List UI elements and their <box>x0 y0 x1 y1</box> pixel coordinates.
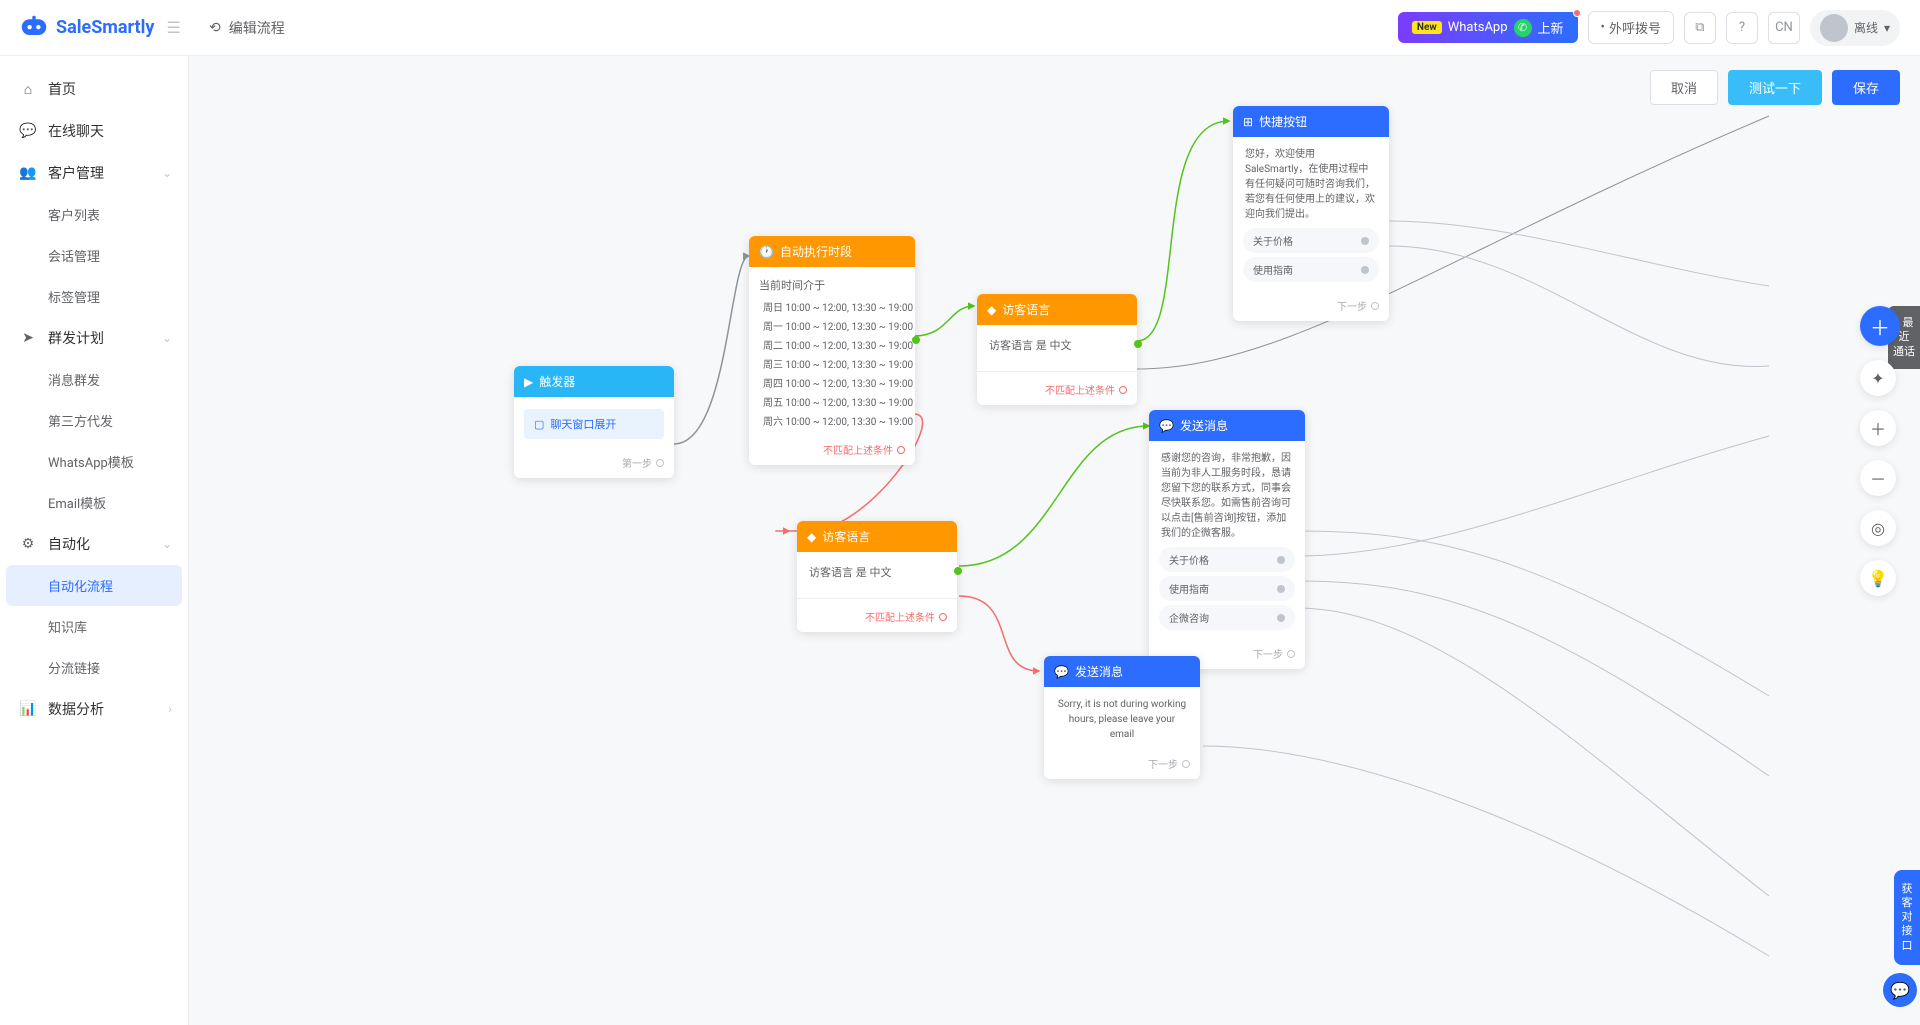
node-header: 💬发送消息 <box>1044 656 1200 687</box>
chat-icon: 💬 <box>20 123 36 139</box>
play-icon: ▶ <box>524 375 533 389</box>
output-port[interactable] <box>1371 302 1379 310</box>
match-port[interactable] <box>912 336 920 344</box>
add-node-button[interactable]: ＋ <box>1860 306 1900 346</box>
option-price[interactable]: 关于价格 <box>1243 228 1379 253</box>
clock-icon: 🕐 <box>759 245 774 259</box>
node-header: 🕐自动执行时段 <box>749 236 915 267</box>
test-button[interactable]: 测试一下 <box>1728 70 1822 105</box>
brand-logo[interactable]: SaleSmartly ☰ <box>0 14 189 42</box>
node-header: ⊞快捷按钮 <box>1233 106 1389 137</box>
output-port[interactable] <box>1287 650 1295 658</box>
no-match-port[interactable] <box>1119 386 1127 394</box>
flow-edit-icon: ⟲ <box>209 20 221 36</box>
flow-canvas[interactable]: 取消 测试一下 保存 ▶触发器 ▢聊天窗口展开 第一步 🕐自动执行时段 当前时间… <box>189 56 1920 1025</box>
option-guide[interactable]: 使用指南 <box>1159 576 1295 601</box>
output-port[interactable] <box>1182 760 1190 768</box>
match-port[interactable] <box>954 567 962 575</box>
no-match-port[interactable] <box>939 613 947 621</box>
home-icon: ⌂ <box>20 81 36 97</box>
node-visitor-lang-1[interactable]: ◆访客语言 访客语言 是 中文 不匹配上述条件 <box>977 294 1137 405</box>
avatar <box>1820 14 1848 42</box>
node-header: 💬发送消息 <box>1149 410 1305 441</box>
chevron-right-icon: › <box>168 702 172 716</box>
output-port[interactable] <box>656 459 664 467</box>
sidebar-item-msg-broadcast[interactable]: 消息群发 <box>0 359 188 400</box>
sidebar-item-session-mgmt[interactable]: 会话管理 <box>0 235 188 276</box>
option-guide[interactable]: 使用指南 <box>1243 257 1379 282</box>
new-tag: New <box>1412 21 1442 34</box>
node-header: ▶触发器 <box>514 366 674 397</box>
tag-icon: ◆ <box>987 303 996 317</box>
user-status[interactable]: 离线 ▾ <box>1810 10 1900 46</box>
zoom-out-button[interactable]: － <box>1860 460 1896 496</box>
chevron-down-icon: ⌄ <box>162 537 172 551</box>
node-trigger[interactable]: ▶触发器 ▢聊天窗口展开 第一步 <box>514 366 674 478</box>
grid-icon: ⊞ <box>1243 115 1253 129</box>
save-button[interactable]: 保存 <box>1832 70 1900 105</box>
page-title: 编辑流程 <box>229 18 285 38</box>
chevron-down-icon: ⌄ <box>162 166 172 180</box>
consult-tab[interactable]: 获 客 对 接 口 <box>1894 870 1920 965</box>
language-toggle[interactable]: CN <box>1768 12 1800 44</box>
no-match-port[interactable] <box>897 446 905 454</box>
sidebar-item-customer-list[interactable]: 客户列表 <box>0 194 188 235</box>
sidebar-item-customer-mgmt[interactable]: 👥客户管理⌄ <box>0 152 188 194</box>
message-icon: 💬 <box>1054 665 1069 679</box>
match-port[interactable] <box>1134 340 1142 348</box>
locate-button[interactable]: ◎ <box>1860 510 1896 546</box>
device-icon[interactable]: ⧉ <box>1684 12 1716 44</box>
whatsapp-icon: ✆ <box>1514 19 1532 37</box>
message-icon: 💬 <box>1159 419 1174 433</box>
analytics-icon: 📊 <box>20 701 36 717</box>
idea-button[interactable]: 💡 <box>1860 560 1896 596</box>
sidebar-item-data-analysis[interactable]: 📊数据分析› <box>0 688 188 730</box>
help-icon[interactable]: ? <box>1726 12 1758 44</box>
window-icon: ▢ <box>534 418 544 431</box>
send-icon: ➤ <box>20 330 36 346</box>
node-header: ◆访客语言 <box>977 294 1137 325</box>
magic-wand-button[interactable]: ✦ <box>1860 360 1896 396</box>
sidebar-item-chat[interactable]: 💬在线聊天 <box>0 110 188 152</box>
connectors <box>189 56 1920 1025</box>
tag-icon: ◆ <box>807 530 816 544</box>
sidebar-item-knowledge[interactable]: 知识库 <box>0 606 188 647</box>
brand-logo-text: SaleSmartly <box>56 17 154 38</box>
sidebar-item-third-party[interactable]: 第三方代发 <box>0 400 188 441</box>
sidebar-item-tag-mgmt[interactable]: 标签管理 <box>0 276 188 317</box>
sidebar-collapse-icon[interactable]: ☰ <box>166 18 180 37</box>
trigger-chip[interactable]: ▢聊天窗口展开 <box>524 409 664 439</box>
option-wecom[interactable]: 企微咨询 <box>1159 605 1295 630</box>
brand-logo-icon <box>20 14 48 42</box>
notification-dot <box>1573 9 1581 17</box>
sidebar-item-home[interactable]: ⌂首页 <box>0 68 188 110</box>
node-quick-buttons[interactable]: ⊞快捷按钮 您好，欢迎使用SaleSmartly，在使用过程中有任何疑问可随时咨… <box>1233 106 1389 321</box>
sidebar-item-whatsapp-template[interactable]: WhatsApp模板 <box>0 441 188 482</box>
node-send-message-1[interactable]: 💬发送消息 感谢您的咨询，非常抱歉，因当前为非人工服务时段，恳请您留下您的联系方… <box>1149 410 1305 669</box>
automation-icon: ⚙ <box>20 536 36 552</box>
sidebar-item-route-link[interactable]: 分流链接 <box>0 647 188 688</box>
outbound-dial-button[interactable]: • 外呼拨号 <box>1588 11 1674 44</box>
node-visitor-lang-2[interactable]: ◆访客语言 访客语言 是 中文 不匹配上述条件 <box>797 521 957 632</box>
zoom-in-button[interactable]: ＋ <box>1860 410 1896 446</box>
sidebar-item-broadcast[interactable]: ➤群发计划⌄ <box>0 317 188 359</box>
node-send-message-2[interactable]: 💬发送消息 Sorry, it is not during working ho… <box>1044 656 1200 779</box>
cancel-button[interactable]: 取消 <box>1650 70 1718 105</box>
node-header: ◆访客语言 <box>797 521 957 552</box>
sidebar-item-automation[interactable]: ⚙自动化⌄ <box>0 523 188 565</box>
sidebar-item-automation-flow[interactable]: 自动化流程 <box>6 565 182 606</box>
option-price[interactable]: 关于价格 <box>1159 547 1295 572</box>
node-schedule[interactable]: 🕐自动执行时段 当前时间介于 周日 10:00 ~ 12:00, 13:30 ~… <box>749 236 915 465</box>
consult-button[interactable]: 💬 <box>1883 973 1917 1007</box>
users-icon: 👥 <box>20 165 36 181</box>
sidebar-item-email-template[interactable]: Email模板 <box>0 482 188 523</box>
whatsapp-banner[interactable]: New WhatsApp ✆ 上新 <box>1398 12 1578 43</box>
chevron-down-icon: ⌄ <box>162 331 172 345</box>
